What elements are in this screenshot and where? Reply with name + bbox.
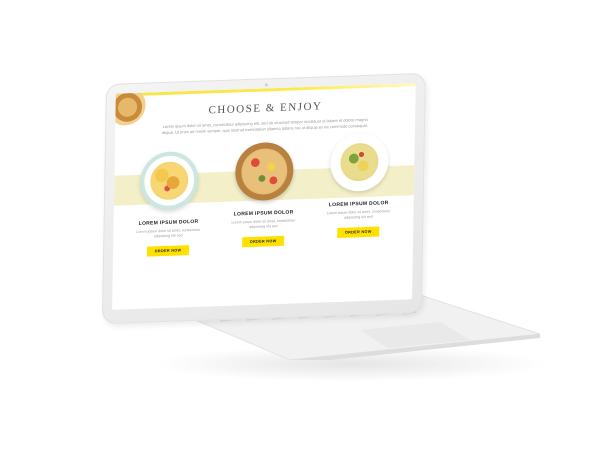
toast-plate-image — [234, 141, 294, 202]
product-name: LOREM IPSUM DOLOR — [138, 218, 199, 227]
product-description: Lorem ipsum dolor sit amet, consectetur … — [326, 209, 391, 220]
product-card-3: LOREM IPSUM DOLOR Lorem ipsum dolor sit … — [315, 132, 403, 240]
order-now-button[interactable]: ORDER NOW — [241, 235, 285, 248]
website-screen: CHOOSE & ENJOY Lorem ipsum dolor sit ame… — [112, 83, 416, 310]
product-description: Lorem ipsum dolor sit amet, consectetur … — [231, 218, 296, 230]
product-name: LOREM IPSUM DOLOR — [233, 209, 294, 218]
pasta-plate-image — [139, 150, 199, 211]
laptop-mockup-scene: CHOOSE & ENJOY Lorem ipsum dolor sit ame… — [0, 0, 600, 450]
laptop-lid: CHOOSE & ENJOY Lorem ipsum dolor sit ame… — [101, 72, 426, 325]
order-now-button[interactable]: ORDER NOW — [146, 245, 190, 257]
order-now-button[interactable]: ORDER NOW — [336, 226, 380, 238]
product-name: LOREM IPSUM DOLOR — [328, 200, 389, 209]
salad-plate-image — [329, 132, 389, 193]
product-card-1: LOREM IPSUM DOLOR Lorem ipsum dolor sit … — [125, 150, 213, 258]
product-description: Lorem ipsum dolor sit amet, consectetur … — [136, 227, 201, 239]
product-card-2: LOREM IPSUM DOLOR Lorem ipsum dolor sit … — [220, 141, 308, 249]
